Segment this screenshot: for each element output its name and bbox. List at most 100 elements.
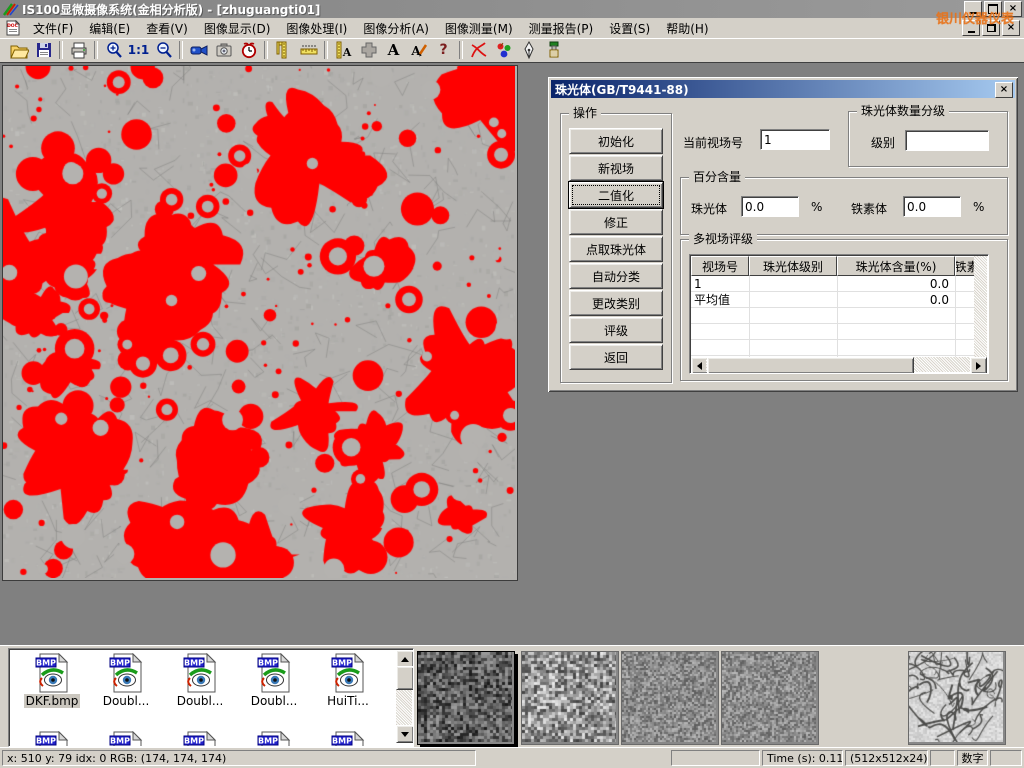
file-name[interactable]: HuiTi... (325, 694, 371, 708)
multiview-group: 多视场评级 视场号 珠光体级别 珠光体含量(%) 铁素体含量(%) 1 0.0 … (680, 239, 1008, 381)
caliper-text-icon: A (334, 40, 354, 60)
current-view-input[interactable] (760, 129, 830, 150)
status-empty-panel (671, 750, 760, 766)
percent-group-label: 百分含量 (689, 170, 745, 184)
thumbnail[interactable] (521, 651, 619, 745)
return-button[interactable]: 返回 (569, 344, 663, 370)
zoom-in-icon (104, 40, 124, 60)
menu-settings[interactable]: 设置(S) (601, 18, 658, 39)
pearlite-percent-input[interactable] (741, 196, 799, 217)
change-class-button[interactable]: 更改类别 (569, 290, 663, 316)
hscroll-thumb[interactable] (707, 357, 914, 374)
snapshot-button[interactable] (211, 39, 236, 61)
file-item[interactable]: BMP (163, 731, 237, 747)
thumbnail-selected[interactable] (417, 651, 515, 745)
print-button[interactable] (66, 39, 91, 61)
menu-bar: DOC 文件(F) 编辑(E) 查看(V) 图像显示(D) 图像处理(I) 图像… (0, 18, 1024, 39)
new-field-button[interactable]: 新视场 (569, 155, 663, 181)
pick-pearlite-button[interactable]: 点取珠光体 (569, 236, 663, 262)
auto-classify-button[interactable]: 自动分类 (569, 263, 663, 289)
col-pearlite-content[interactable]: 珠光体含量(%) (837, 256, 955, 276)
col-pearlite-grade[interactable]: 珠光体级别 (749, 256, 837, 276)
file-name[interactable]: Doubl... (175, 694, 226, 708)
measure-label-button[interactable]: A (331, 39, 356, 61)
col-field-number[interactable]: 视场号 (691, 256, 749, 276)
menu-file[interactable]: 文件(F) (25, 18, 81, 39)
init-button[interactable]: 初始化 (569, 128, 663, 154)
thumbnail[interactable] (908, 651, 1006, 745)
svg-text:BMP: BMP (110, 659, 130, 668)
file-name[interactable]: Doubl... (101, 694, 152, 708)
vscroll-thumb[interactable] (396, 666, 414, 690)
actual-size-button[interactable]: 1:1 (126, 39, 151, 61)
status-empty-panel (930, 750, 955, 766)
thumbnail[interactable] (721, 651, 819, 745)
zoom-out-button[interactable] (151, 39, 176, 61)
pen-tool-button[interactable] (516, 39, 541, 61)
menu-image-process[interactable]: 图像处理(I) (278, 18, 355, 39)
binarize-button[interactable]: 二值化 (569, 182, 663, 208)
file-item[interactable]: BMP (237, 731, 311, 747)
open-file-button[interactable] (6, 39, 31, 61)
file-name[interactable]: Doubl... (249, 694, 300, 708)
scroll-right-button[interactable] (970, 357, 987, 374)
help-button[interactable]: ? (431, 39, 456, 61)
video-camera-icon (189, 40, 209, 60)
ferrite-unit: % (973, 200, 984, 214)
dialog-close-button[interactable]: × (995, 82, 1013, 98)
ferrite-percent-input[interactable] (903, 196, 961, 217)
svg-text:BMP: BMP (36, 737, 56, 746)
micrograph-canvas[interactable] (3, 66, 515, 578)
table-body[interactable]: 1 0.0 平均值 0.0 (691, 276, 974, 357)
merge-tool-button[interactable] (356, 39, 381, 61)
text-edit-icon: A (409, 40, 429, 60)
grade-level-input[interactable] (905, 130, 989, 151)
menu-image-analysis[interactable]: 图像分析(A) (355, 18, 437, 39)
annotate-tool-button[interactable]: A (406, 39, 431, 61)
file-item[interactable]: BMP (15, 731, 89, 747)
file-item[interactable]: BMP Doubl... (163, 653, 237, 708)
video-capture-button[interactable] (186, 39, 211, 61)
svg-text:BMP: BMP (332, 737, 352, 746)
ruler-button[interactable] (296, 39, 321, 61)
file-list[interactable]: BMP DKF.bmp BMP Doubl... BMP Doubl... BM… (8, 648, 414, 747)
menu-edit[interactable]: 编辑(E) (81, 18, 138, 39)
scroll-down-button[interactable] (396, 725, 414, 743)
file-item[interactable]: BMP (311, 731, 385, 747)
zoom-in-button[interactable] (101, 39, 126, 61)
file-item[interactable]: BMP Doubl... (237, 653, 311, 708)
menu-view[interactable]: 查看(V) (138, 18, 196, 39)
table-hscrollbar[interactable] (691, 357, 987, 372)
thumbnail[interactable] (621, 651, 719, 745)
menu-image-measure[interactable]: 图像测量(M) (437, 18, 521, 39)
file-item[interactable]: BMP DKF.bmp (15, 653, 89, 708)
grade-button[interactable]: 评级 (569, 317, 663, 343)
caliper-measure-button[interactable] (271, 39, 296, 61)
save-button[interactable] (31, 39, 56, 61)
grading-group-label: 珠光体数量分级 (857, 104, 949, 118)
toolbar: 1:1 A A A ? (0, 38, 1024, 63)
curve-tool-button[interactable] (466, 39, 491, 61)
dialog-title-bar[interactable]: 珠光体(GB/T9441-88) (551, 80, 1015, 98)
timer-button[interactable] (236, 39, 261, 61)
pen-nib-icon (519, 40, 539, 60)
file-name[interactable]: DKF.bmp (24, 694, 81, 708)
svg-text:BMP: BMP (332, 659, 352, 668)
toolbar-separator (59, 41, 63, 59)
brush-tool-button[interactable] (541, 39, 566, 61)
file-item[interactable]: BMP HuiTi... (311, 653, 385, 708)
menu-image-display[interactable]: 图像显示(D) (196, 18, 279, 39)
file-item[interactable]: BMP Doubl... (89, 653, 163, 708)
file-list-scrollbar[interactable] (396, 650, 412, 743)
classify-tool-button[interactable] (491, 39, 516, 61)
thumbnail-canvas (909, 652, 1003, 742)
correct-button[interactable]: 修正 (569, 209, 663, 235)
up-arrow-icon (401, 653, 409, 662)
table-vscrollbar[interactable] (974, 256, 987, 357)
text-tool-button[interactable]: A (381, 39, 406, 61)
col-ferrite-content[interactable]: 铁素体含量(%) (955, 256, 974, 276)
menu-measure-report[interactable]: 测量报告(P) (521, 18, 602, 39)
file-item[interactable]: BMP (89, 731, 163, 747)
menu-help[interactable]: 帮助(H) (658, 18, 716, 39)
table-cell: 0.0 (841, 276, 949, 292)
